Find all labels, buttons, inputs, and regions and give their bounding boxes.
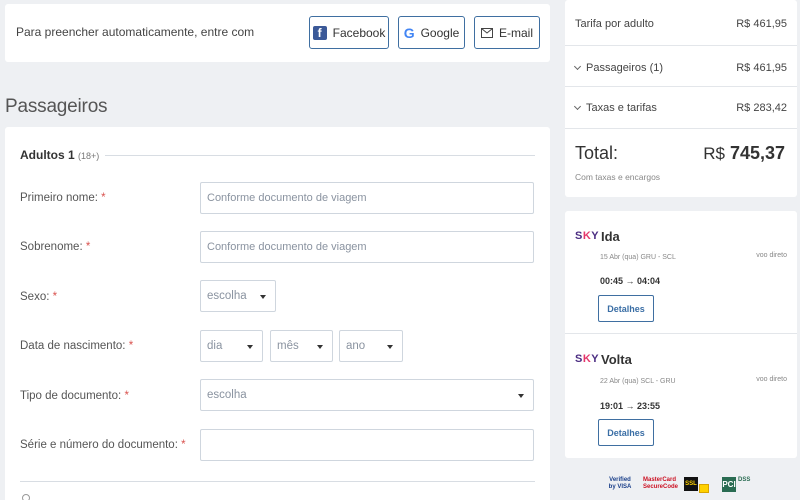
last-name-placeholder: Conforme documento de viagem: [207, 241, 367, 253]
passengers-row[interactable]: Passageiros (1) R$ 461,95: [573, 62, 787, 74]
mastercard-securecode-badge: MasterCard SecureCode: [643, 477, 679, 490]
total-amount: R$ 745,37: [703, 143, 785, 164]
sex-select-value: escolha: [207, 290, 247, 302]
chevron-down-icon: [317, 345, 323, 349]
doc-type-label: Tipo de documento: *: [20, 390, 129, 402]
adult-section-title: Adultos 1: [20, 148, 75, 162]
sex-label: Sexo: *: [20, 291, 58, 303]
chevron-down-icon: [260, 295, 266, 299]
divider: [565, 128, 797, 129]
pci-badge: PCI: [722, 477, 736, 492]
total-value: 745,37: [729, 143, 785, 163]
google-login-button[interactable]: G Google: [398, 16, 465, 49]
social-login-prompt: Para preencher automaticamente, entre co…: [16, 25, 255, 39]
outbound-flight-type: voo direto: [756, 252, 787, 259]
total-label: Total:: [575, 143, 619, 163]
ssl-badge: SSL: [684, 477, 698, 491]
outbound-times: 00:45 → 04:04: [600, 276, 661, 286]
outbound-date-route: 15 Abr (qua) GRU - SCL: [600, 254, 676, 261]
airline-logo: SKY: [575, 230, 600, 242]
chevron-down-icon: [247, 345, 253, 349]
doc-type-value: escolha: [207, 389, 247, 401]
first-name-label: Primeiro nome: *: [20, 192, 106, 204]
sex-select[interactable]: escolha: [200, 280, 276, 312]
first-name-input[interactable]: Conforme documento de viagem: [200, 182, 534, 214]
last-name-input[interactable]: Conforme documento de viagem: [200, 231, 534, 263]
birth-day-value: dia: [207, 340, 223, 352]
outbound-details-button[interactable]: Detalhes: [598, 295, 654, 322]
google-icon: G: [403, 24, 415, 41]
page-title: Passageiros: [5, 96, 108, 117]
verified-by-visa-badge: Verified by VISA: [608, 477, 632, 490]
social-login-card: Para preencher automaticamente, entre co…: [5, 4, 550, 62]
flight-summary: SKY Ida 15 Abr (qua) GRU - SCL voo diret…: [565, 211, 797, 458]
fare-row: Tarifa por adulto R$ 461,95: [575, 18, 787, 30]
return-flight-type: voo direto: [756, 376, 787, 383]
last-name-label: Sobrenome: *: [20, 241, 91, 253]
price-summary: Tarifa por adulto R$ 461,95 Passageiros …: [565, 0, 797, 197]
section-divider: [20, 481, 535, 482]
birth-day-select[interactable]: dia: [200, 330, 263, 362]
taxes-label: Taxas e tarifas: [586, 102, 657, 114]
return-date-route: 22 Abr (qua) SCL - GRU: [600, 378, 676, 385]
passengers-label: Passageiros (1): [586, 62, 664, 74]
return-details-button[interactable]: Detalhes: [598, 419, 654, 446]
facebook-icon: f: [312, 25, 327, 40]
outbound-title: Ida: [601, 229, 620, 244]
facebook-login-button[interactable]: f Facebook: [309, 16, 389, 49]
birth-month-select[interactable]: mês: [270, 330, 333, 362]
birth-date-label: Data de nascimento: *: [20, 340, 134, 352]
divider: [565, 86, 797, 87]
total-currency: R$: [703, 144, 725, 163]
doc-type-select[interactable]: escolha: [200, 379, 534, 411]
dss-badge: DSS: [738, 477, 751, 483]
taxes-row[interactable]: Taxas e tarifas R$ 283,42: [573, 102, 787, 114]
email-login-button[interactable]: E-mail: [474, 16, 540, 49]
section-divider: [105, 155, 535, 156]
return-title: Volta: [601, 352, 632, 367]
adult-section-header: Adultos 1 (18+): [20, 148, 99, 162]
first-name-placeholder: Conforme documento de viagem: [207, 192, 367, 204]
passenger-form: Adultos 1 (18+) Primeiro nome: * Conform…: [5, 127, 550, 500]
birth-month-value: mês: [277, 340, 299, 352]
chevron-down-icon: [573, 62, 582, 71]
fare-amount: R$ 461,95: [736, 18, 787, 30]
doc-number-input[interactable]: [200, 429, 534, 461]
chevron-down-icon: [573, 102, 582, 111]
total-note: Com taxas e encargos: [575, 172, 661, 182]
birth-year-value: ano: [346, 340, 366, 352]
taxes-amount: R$ 283,42: [736, 102, 787, 114]
google-login-label: Google: [420, 25, 460, 40]
facebook-login-label: Facebook: [332, 25, 386, 40]
divider: [565, 333, 797, 334]
return-times: 19:01 → 23:55: [600, 401, 661, 411]
envelope-icon: [480, 27, 493, 38]
airline-logo: SKY: [575, 353, 600, 365]
chevron-down-icon: [518, 394, 524, 398]
info-icon: [22, 494, 30, 500]
adult-age-range: (18+): [78, 151, 100, 161]
birth-year-select[interactable]: ano: [339, 330, 403, 362]
lock-icon: [699, 484, 709, 493]
chevron-down-icon: [387, 345, 393, 349]
passengers-amount: R$ 461,95: [736, 62, 787, 74]
divider: [565, 45, 797, 46]
email-login-label: E-mail: [498, 25, 533, 40]
doc-number-label: Série e número do documento: *: [20, 439, 186, 451]
fare-label: Tarifa por adulto: [575, 18, 654, 30]
